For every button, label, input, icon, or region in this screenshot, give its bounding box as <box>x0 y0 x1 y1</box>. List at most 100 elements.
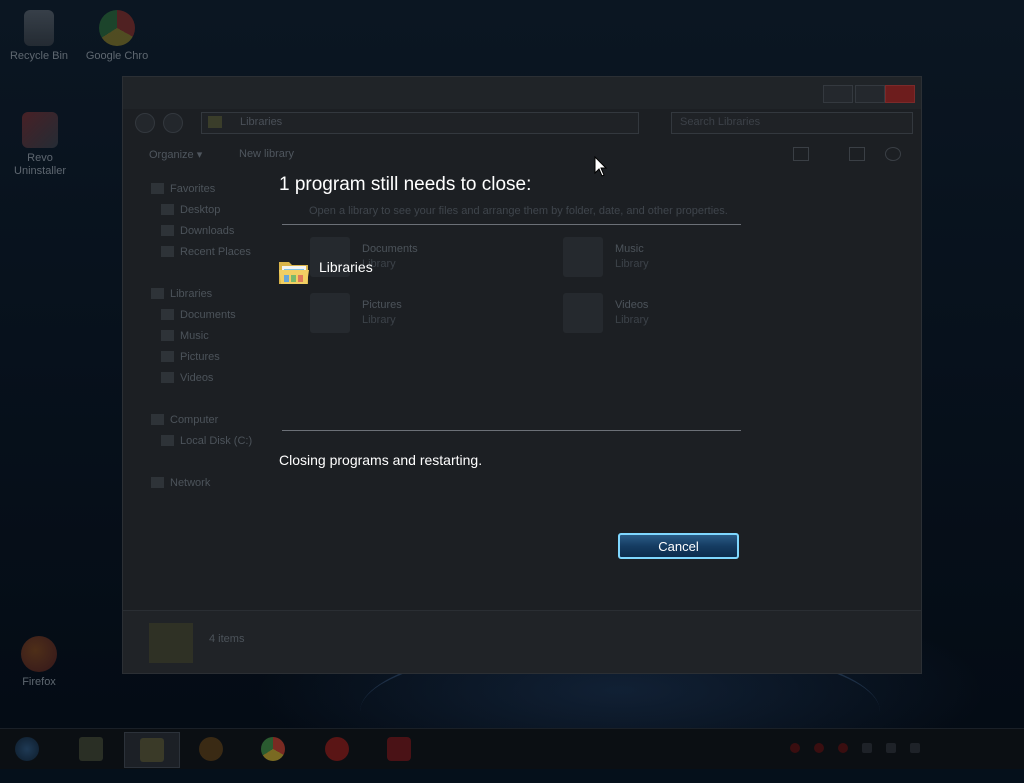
desktop-icon-label: Revo Uninstaller <box>14 152 66 177</box>
nav-label: Music <box>180 330 209 342</box>
pending-program-name: Libraries <box>319 259 373 275</box>
nav-local-disk[interactable]: Local Disk (C:) <box>161 435 252 451</box>
back-icon[interactable] <box>135 113 155 133</box>
status-bar: 4 items <box>123 610 921 673</box>
help-icon[interactable] <box>885 147 901 161</box>
library-type: Library <box>615 258 649 270</box>
tray-record-icon[interactable] <box>838 743 848 753</box>
nav-recent-places[interactable]: Recent Places <box>161 246 251 262</box>
library-type: Library <box>362 314 396 326</box>
taskbar-item-libraries[interactable] <box>124 732 180 768</box>
nav-label: Desktop <box>180 204 221 216</box>
tray-record-icon[interactable] <box>790 743 800 753</box>
music-icon <box>563 237 603 277</box>
desktop-icon <box>161 204 174 215</box>
nav-pictures[interactable]: Pictures <box>161 351 220 367</box>
close-button[interactable] <box>885 85 915 103</box>
videos-icon <box>563 293 603 333</box>
library-hint: Open a library to see your files and arr… <box>309 205 728 217</box>
maximize-button[interactable] <box>855 85 885 103</box>
library-name: Pictures <box>362 299 402 311</box>
nav-label: Documents <box>180 309 236 321</box>
taskbar-item-chrome[interactable] <box>246 732 300 766</box>
nav-network[interactable]: Network <box>151 477 210 493</box>
library-item-videos[interactable]: Videos Library <box>563 293 649 333</box>
preview-pane-icon[interactable] <box>849 147 865 161</box>
library-item-music[interactable]: Music Library <box>563 237 649 277</box>
minimize-button[interactable] <box>823 85 853 103</box>
library-name: Videos <box>615 299 649 311</box>
desktop-icon-revo[interactable]: Revo Uninstaller <box>4 112 76 178</box>
tray-volume-icon[interactable] <box>910 743 920 753</box>
taskbar-item-screen-recorder[interactable] <box>372 732 426 766</box>
libraries-thumbnail <box>149 623 193 663</box>
star-icon <box>151 183 164 194</box>
explorer-icon <box>79 737 103 761</box>
nav-label: Recent Places <box>180 246 251 258</box>
restart-status: Closing programs and restarting. <box>279 452 483 468</box>
firefox-icon <box>21 636 57 672</box>
library-name: Documents <box>362 243 418 255</box>
new-library-button[interactable]: New library <box>239 148 294 160</box>
nav-downloads[interactable]: Downloads <box>161 225 234 241</box>
taskbar-item-media-player[interactable] <box>184 732 238 766</box>
desktop-icon-chrome[interactable]: Google Chro <box>82 10 152 63</box>
tray-network-icon[interactable] <box>886 743 896 753</box>
music-icon <box>161 330 174 341</box>
nav-computer[interactable]: Computer <box>151 414 218 430</box>
taskbar-item-record[interactable] <box>310 732 364 766</box>
network-icon <box>151 477 164 488</box>
recycle-bin-icon <box>24 10 54 46</box>
forward-icon[interactable] <box>163 113 183 133</box>
divider-bottom <box>282 430 741 431</box>
nav-videos[interactable]: Videos <box>161 372 213 388</box>
libraries-folder-icon <box>279 262 309 284</box>
library-type: Library <box>615 314 649 326</box>
start-button[interactable] <box>0 732 54 766</box>
desktop-icon-firefox[interactable]: Firefox <box>4 636 74 689</box>
nav-label: Downloads <box>180 225 235 237</box>
nav-desktop[interactable]: Desktop <box>161 204 220 220</box>
nav-label: Favorites <box>170 183 216 195</box>
address-bar[interactable]: Libraries <box>201 112 639 134</box>
desktop-icon-label: Google Chro <box>85 50 149 62</box>
library-item-pictures[interactable]: Pictures Library <box>310 293 402 333</box>
explorer-toolbar: Organize ▾ New library <box>123 141 921 167</box>
desktop-icon-label: Firefox <box>22 676 56 688</box>
restart-title: 1 program still needs to close: <box>279 174 532 195</box>
nav-documents[interactable]: Documents <box>161 309 236 325</box>
nav-music[interactable]: Music <box>161 330 209 346</box>
record-icon <box>325 737 349 761</box>
desktop-icon-label: Recycle Bin <box>9 50 69 62</box>
desktop-icon-recycle-bin[interactable]: Recycle Bin <box>4 10 74 63</box>
nav-label: Pictures <box>180 351 220 363</box>
library-name: Music <box>615 243 644 255</box>
revo-uninstaller-icon <box>22 112 58 148</box>
start-orb-icon <box>15 737 39 761</box>
address-crumb[interactable]: Libraries <box>240 116 282 128</box>
mouse-cursor-icon <box>594 156 608 177</box>
chrome-icon <box>261 737 285 761</box>
tray-flag-icon[interactable] <box>862 743 872 753</box>
libraries-icon <box>140 738 164 762</box>
cancel-button[interactable]: Cancel <box>618 533 739 559</box>
tray-record-icon[interactable] <box>814 743 824 753</box>
taskbar <box>0 728 1024 769</box>
organize-button[interactable]: Organize ▾ <box>149 148 202 161</box>
nav-label: Videos <box>180 372 214 384</box>
search-placeholder: Search Libraries <box>680 116 761 128</box>
divider-top <box>282 224 741 225</box>
nav-favorites[interactable]: Favorites <box>151 183 215 199</box>
nav-label: Libraries <box>170 288 213 300</box>
search-input[interactable]: Search Libraries <box>671 112 913 134</box>
nav-libraries[interactable]: Libraries <box>151 288 212 304</box>
item-count: 4 items <box>209 633 245 645</box>
documents-icon <box>161 309 174 320</box>
view-icon[interactable] <box>793 147 809 161</box>
downloads-icon <box>161 225 174 236</box>
pictures-icon <box>310 293 350 333</box>
nav-label: Computer <box>170 414 219 426</box>
disk-icon <box>161 435 174 446</box>
libraries-icon <box>151 288 164 299</box>
taskbar-item-explorer[interactable] <box>64 732 118 766</box>
